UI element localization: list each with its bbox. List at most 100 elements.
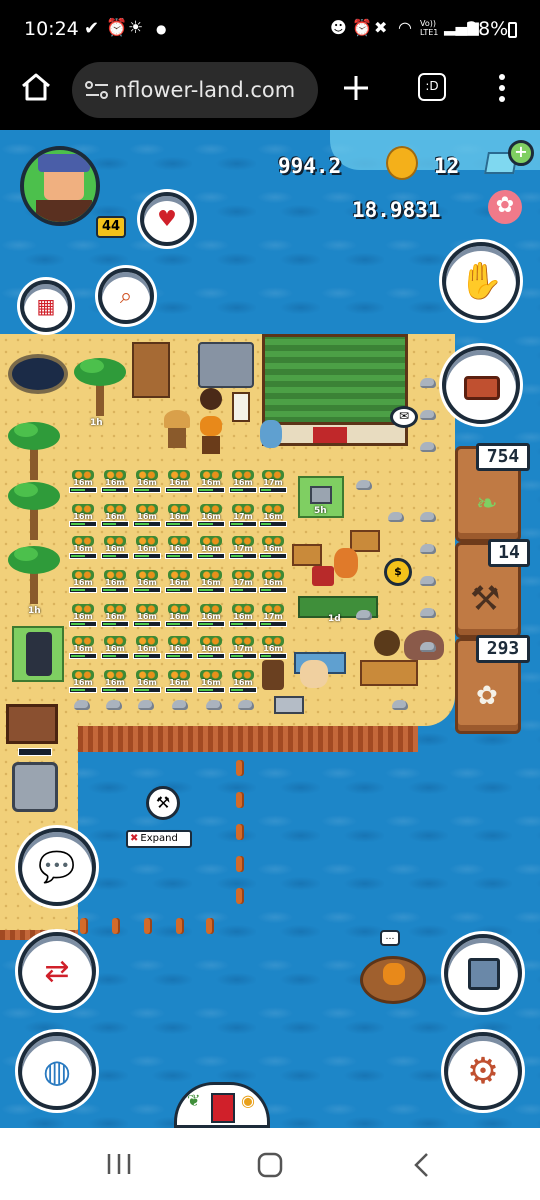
rock[interactable] bbox=[392, 700, 408, 710]
palm-tree[interactable] bbox=[6, 540, 62, 606]
side-panel-crops[interactable]: 754 ❧ bbox=[455, 443, 530, 542]
anvil[interactable] bbox=[274, 696, 304, 714]
favorites-button[interactable]: ♥ bbox=[140, 192, 194, 246]
market-stall[interactable] bbox=[360, 660, 418, 686]
greenhouse[interactable] bbox=[12, 626, 64, 682]
crop-plot[interactable]: 16m bbox=[196, 504, 226, 527]
add-gems-button[interactable]: + bbox=[508, 140, 534, 166]
crate[interactable] bbox=[350, 530, 380, 552]
crop-plot[interactable]: 16m bbox=[164, 504, 194, 527]
swap-button[interactable]: ⇄ bbox=[18, 932, 96, 1010]
rock[interactable] bbox=[420, 608, 436, 618]
rock[interactable] bbox=[356, 610, 372, 620]
crop-plot[interactable]: 16m bbox=[164, 470, 194, 493]
house-door[interactable] bbox=[313, 427, 347, 443]
farmhouse[interactable] bbox=[262, 334, 408, 426]
calendar-button[interactable]: ▦ bbox=[20, 280, 72, 332]
npc-character[interactable] bbox=[334, 548, 358, 578]
rock[interactable] bbox=[420, 378, 436, 388]
world-map-button[interactable]: ◍ bbox=[18, 1032, 96, 1110]
crop-plot[interactable]: 16m bbox=[68, 504, 98, 527]
crop-plot[interactable]: 16m bbox=[258, 570, 288, 593]
crop-plot[interactable]: 16m bbox=[132, 470, 162, 493]
crop-plot[interactable]: 16m bbox=[100, 470, 130, 493]
crop-plot[interactable]: 16m bbox=[132, 570, 162, 593]
crop-plot[interactable]: 16m bbox=[68, 570, 98, 593]
crop-plot[interactable]: 16m bbox=[228, 604, 258, 627]
crop-plot[interactable]: 17m bbox=[258, 470, 288, 493]
crop-plot[interactable]: 16m bbox=[132, 670, 162, 693]
save-button[interactable] bbox=[444, 934, 522, 1012]
lantern-post[interactable] bbox=[262, 660, 284, 690]
scarecrows[interactable] bbox=[160, 410, 232, 456]
crop-plot[interactable]: 17m bbox=[228, 570, 258, 593]
crop-plot[interactable]: 16m bbox=[68, 536, 98, 559]
crop-plot[interactable]: 16m bbox=[196, 570, 226, 593]
crop-plot[interactable]: 16m bbox=[132, 536, 162, 559]
crop-plot[interactable]: 16m bbox=[132, 604, 162, 627]
toolbox-button[interactable] bbox=[442, 346, 520, 424]
inventory-shortcut[interactable]: ❦ ◉ bbox=[174, 1082, 270, 1128]
chat-button[interactable]: 💬 bbox=[18, 828, 96, 906]
npc-character[interactable] bbox=[374, 630, 400, 656]
codex-button[interactable]: ⌕ bbox=[98, 268, 154, 324]
crop-plot[interactable]: 16m bbox=[228, 470, 258, 493]
hammer-icon[interactable]: ⚒ bbox=[146, 786, 180, 820]
crop-plot[interactable]: 17m bbox=[228, 536, 258, 559]
site-settings-icon[interactable] bbox=[84, 80, 110, 100]
rock[interactable] bbox=[420, 576, 436, 586]
crop-plot[interactable]: 16m bbox=[100, 504, 130, 527]
rock[interactable] bbox=[388, 512, 404, 522]
rock[interactable] bbox=[356, 480, 372, 490]
crop-plot[interactable]: 16m bbox=[100, 636, 130, 659]
palm-tree[interactable] bbox=[6, 416, 62, 482]
rock[interactable] bbox=[420, 642, 436, 652]
player-avatar[interactable] bbox=[20, 146, 100, 226]
settings-button[interactable]: ⚙ bbox=[444, 1032, 522, 1110]
home-icon[interactable] bbox=[20, 72, 52, 102]
wood-rack[interactable] bbox=[132, 342, 170, 398]
crop-plot[interactable]: 16m bbox=[196, 604, 226, 627]
npc-character[interactable] bbox=[300, 660, 328, 688]
crop-plot[interactable]: 16m bbox=[68, 670, 98, 693]
crop-plot[interactable]: 16m bbox=[100, 670, 130, 693]
rock[interactable] bbox=[206, 700, 222, 710]
crop-plot[interactable]: 16m bbox=[196, 670, 226, 693]
tab-switcher-button[interactable]: :D bbox=[418, 73, 446, 101]
crop-plot[interactable]: 16m bbox=[100, 536, 130, 559]
machinery[interactable] bbox=[198, 342, 254, 388]
palm-tree[interactable] bbox=[72, 352, 128, 418]
crop-plot[interactable]: 16m bbox=[196, 636, 226, 659]
crop-plot[interactable]: 16m bbox=[100, 570, 130, 593]
rowboat[interactable] bbox=[360, 956, 426, 1004]
crop-plot[interactable]: 16m bbox=[132, 636, 162, 659]
game-canvas[interactable]: 1h 1h ✉ 5h $ 1d ⚒ ✖ Expand … ❦ ◉ 754 ❧ 1… bbox=[0, 130, 540, 1128]
crop-plot[interactable]: 16m bbox=[258, 504, 288, 527]
more-menu-icon[interactable] bbox=[496, 72, 508, 104]
url-bar[interactable]: nflower-land.com bbox=[72, 62, 318, 118]
crop-plot[interactable]: 16m bbox=[68, 604, 98, 627]
hand-button[interactable]: ✋ bbox=[442, 242, 520, 320]
new-tab-icon[interactable] bbox=[342, 74, 370, 102]
crop-plot[interactable]: 16m bbox=[258, 536, 288, 559]
crop-plot[interactable]: 16m bbox=[68, 636, 98, 659]
crop-plot[interactable]: 17m bbox=[228, 636, 258, 659]
crop-plot[interactable]: 16m bbox=[164, 570, 194, 593]
crate[interactable] bbox=[292, 544, 322, 566]
rock[interactable] bbox=[172, 700, 188, 710]
npc-character[interactable] bbox=[260, 420, 282, 448]
crop-plot[interactable]: 16m bbox=[164, 604, 194, 627]
coin-bubble-icon[interactable]: $ bbox=[384, 558, 412, 586]
expand-button[interactable]: ✖ Expand bbox=[126, 830, 192, 848]
rock[interactable] bbox=[74, 700, 90, 710]
rock[interactable] bbox=[238, 700, 254, 710]
home-nav-icon[interactable] bbox=[256, 1151, 284, 1179]
crop-plot[interactable]: 16m bbox=[258, 636, 288, 659]
rock[interactable] bbox=[420, 442, 436, 452]
rock[interactable] bbox=[420, 544, 436, 554]
crop-plot[interactable]: 17m bbox=[258, 604, 288, 627]
palm-tree[interactable] bbox=[6, 476, 62, 542]
rock[interactable] bbox=[138, 700, 154, 710]
rock[interactable] bbox=[106, 700, 122, 710]
crop-plot[interactable]: 16m bbox=[164, 636, 194, 659]
